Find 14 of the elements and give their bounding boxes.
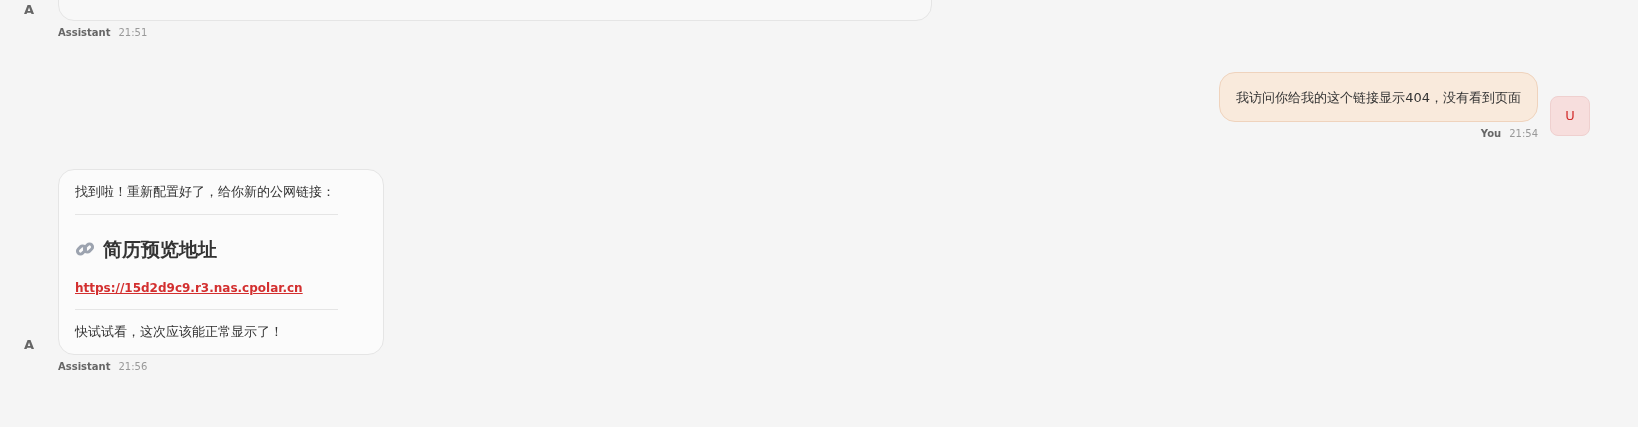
sender-name: You	[1480, 126, 1502, 141]
user-avatar: U	[1550, 95, 1590, 136]
url-link[interactable]: https://15d2d9c9.r3.nas.cpolar.cn	[75, 279, 303, 297]
assistant-avatar: A	[22, 1, 36, 19]
message-text: 找到啦！重新配置好了，给你新的公网链接：	[75, 182, 336, 201]
sender-name: Assistant	[58, 25, 111, 40]
assistant-avatar: A	[22, 335, 36, 354]
message-time: 21:56	[118, 360, 148, 374]
message-heading: 简历预览地址	[103, 236, 217, 262]
message-time: 21:51	[118, 25, 148, 40]
message-text: 我访问你给我的这个链接显示404，没有看到页面	[1236, 89, 1521, 105]
message-time: 21:54	[1509, 126, 1538, 141]
sender-name: Assistant	[58, 360, 111, 374]
message-text: 快试试看，这次应该能正常显示了！	[75, 323, 284, 341]
